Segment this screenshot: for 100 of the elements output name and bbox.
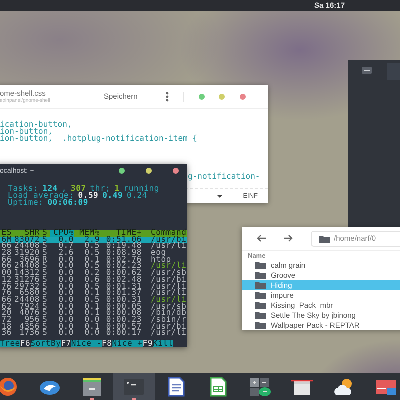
summary-text: 124 <box>42 185 58 192</box>
table-cell-text: 0:00.23 <box>105 316 142 324</box>
process-row[interactable]: 76 29732 S 0.0 0.5 0:01.31 /usr/li <box>0 284 187 290</box>
table-cell-text: 29732 <box>14 284 40 290</box>
process-row[interactable]: 72 956 S 0.0 0.0 0:00.23 /sbin/r <box>0 316 187 324</box>
process-row[interactable]: 12 31276 S 0.0 0.6 0:02.48 /usr/bi <box>0 276 187 284</box>
maximize-button[interactable] <box>146 168 152 174</box>
table-cell-text: S <box>41 330 49 338</box>
process-row[interactable]: 28 31920 S 2.6 0.5 0:08.98 eog <box>0 250 187 257</box>
table-cell-text: 66 <box>0 256 12 264</box>
table-cell-text: 62 <box>0 304 12 310</box>
column-header[interactable]: TIME+ <box>100 230 142 237</box>
table-cell-text: 0:00.57 <box>105 324 142 330</box>
table-cell-text: 0:00.31 <box>105 296 142 304</box>
table-cell-text: 24408 <box>14 296 40 304</box>
process-row[interactable]: 18 4356 S 0.0 0.1 0:00.57 /usr/bi <box>0 324 187 330</box>
table-cell-text: 1736 <box>18 330 40 338</box>
back-button[interactable] <box>257 235 266 242</box>
summary-text: 0.59 <box>78 192 99 199</box>
table-cell-text: 0.1 <box>84 256 100 264</box>
table-cell-text: 66 <box>0 243 12 250</box>
table-cell-text: /usr/sb <box>150 304 187 310</box>
table-cell-text: 0.0 <box>58 284 74 290</box>
table-cell-text: 4076 <box>18 310 40 317</box>
process-row[interactable]: 00 14312 S 0.0 0.2 0:00.62 /usr/sb <box>0 270 187 277</box>
code-line: g-notification- <box>188 173 262 180</box>
table-cell-text: 0.0 <box>58 276 74 284</box>
table-cell-text: 0.5 <box>84 250 100 257</box>
table-cell-text: 0.0 <box>58 296 74 304</box>
forward-button[interactable] <box>284 235 293 242</box>
function-key-label[interactable]: SortBy <box>30 340 62 347</box>
column-header[interactable]: ES <box>0 230 12 237</box>
function-key-label[interactable]: Nice - <box>71 340 102 347</box>
table-cell-text: 24408 <box>14 243 40 250</box>
table-cell-text: 66 <box>0 263 12 270</box>
table-cell-text: 0:00.17 <box>105 330 142 338</box>
function-key: F9 <box>142 340 153 347</box>
minimize-button[interactable] <box>362 67 372 74</box>
function-key-label[interactable]: Tree <box>0 340 20 347</box>
back-icon <box>257 235 266 242</box>
function-key-label[interactable]: Kill <box>152 340 174 347</box>
table-cell-text: 72 <box>0 316 12 324</box>
table-cell-text: 14312 <box>14 270 40 277</box>
process-row[interactable]: 66 24408 S 0.7 0.5 0:19.48 /usr/li <box>0 243 187 250</box>
folder-icon <box>255 281 266 289</box>
table-cell-text: 83072 <box>14 236 40 244</box>
column-header[interactable]: Command <box>142 230 187 237</box>
code-line: ication-button, <box>0 121 74 128</box>
close-button[interactable] <box>173 168 179 174</box>
process-row[interactable]: 20 4076 S 0.0 0.1 0:00.08 /bin/db <box>0 310 187 317</box>
caret-icon[interactable] <box>217 194 224 198</box>
function-key: F6 <box>20 340 31 347</box>
table-cell-text: 76 <box>0 290 12 297</box>
minimize-button[interactable] <box>119 168 125 174</box>
table-cell-text: /usr/li <box>150 263 187 270</box>
table-cell-text: /usr/li <box>150 330 187 338</box>
table-cell-text: 0.1 <box>84 324 100 330</box>
table-cell-text: 0.0 <box>58 263 74 270</box>
folder-icon <box>255 321 266 329</box>
column-header[interactable]: SHR <box>12 230 40 237</box>
table-cell-text: 0.5 <box>84 284 100 290</box>
summary-text: 0.49 <box>102 192 124 199</box>
table-cell-text: 0.0 <box>58 256 74 264</box>
column-header[interactable]: S <box>40 230 50 237</box>
table-cell-text: 36 <box>0 330 12 338</box>
table-cell-text: 0:08.98 <box>105 250 142 257</box>
forward-icon <box>284 235 293 242</box>
folder-icon <box>319 234 330 242</box>
summary-text: running <box>124 185 160 192</box>
close-button[interactable] <box>240 94 246 100</box>
process-row[interactable]: 36 1736 S 0.0 0.0 0:00.17 /usr/li <box>0 330 187 337</box>
table-cell-text: 66 <box>0 296 12 304</box>
table-cell-text: 0.5 <box>84 243 100 250</box>
column-header[interactable]: MEM% <box>74 230 100 237</box>
table-cell-text: 0:02.76 <box>105 256 142 264</box>
table-cell-text: S <box>41 276 49 284</box>
browser-icon <box>0 376 19 396</box>
column-header[interactable]: CPU% <box>50 230 74 237</box>
folder-icon <box>255 311 266 319</box>
function-key: F7 <box>61 340 72 347</box>
process-row[interactable]: 66 3696 R 0.0 0.1 0:02.76 htop <box>0 256 187 264</box>
table-cell-text: 0.0 <box>58 290 74 297</box>
table-cell-text: 20 <box>0 310 12 317</box>
table-cell-text: 0:00.62 <box>105 270 142 277</box>
code-line: ion-button, <box>0 128 53 135</box>
menu-icon[interactable] <box>166 92 169 102</box>
process-row[interactable]: 66 24408 S 0.0 0.5 0:00.31 /usr/li <box>0 296 187 304</box>
summary-text: Load average: <box>8 192 74 199</box>
summary-text: 0.24 <box>127 192 148 199</box>
process-row[interactable]: 62 7924 S 0.0 0.1 0:00.05 /usr/sb <box>0 304 187 310</box>
file-cabinet-icon <box>81 376 103 396</box>
process-row[interactable]: 6M 83072 S 0.0 2.9 0:51.06 /usr/bi <box>0 236 187 244</box>
process-row[interactable]: 76 6580 S 0.0 0.1 0:01.37 /usr/li <box>0 290 187 297</box>
calculator-icon <box>249 376 271 396</box>
table-cell-text: /sbin/r <box>150 316 187 324</box>
process-row[interactable]: 66 24408 S 0.0 0.5 0:02.23 /usr/li <box>0 263 187 270</box>
summary-text: 1 <box>114 185 120 192</box>
table-cell-text: 31920 <box>14 250 40 257</box>
function-key-label[interactable]: Nice + <box>112 340 143 347</box>
table-cell-text: 00 <box>0 270 12 277</box>
